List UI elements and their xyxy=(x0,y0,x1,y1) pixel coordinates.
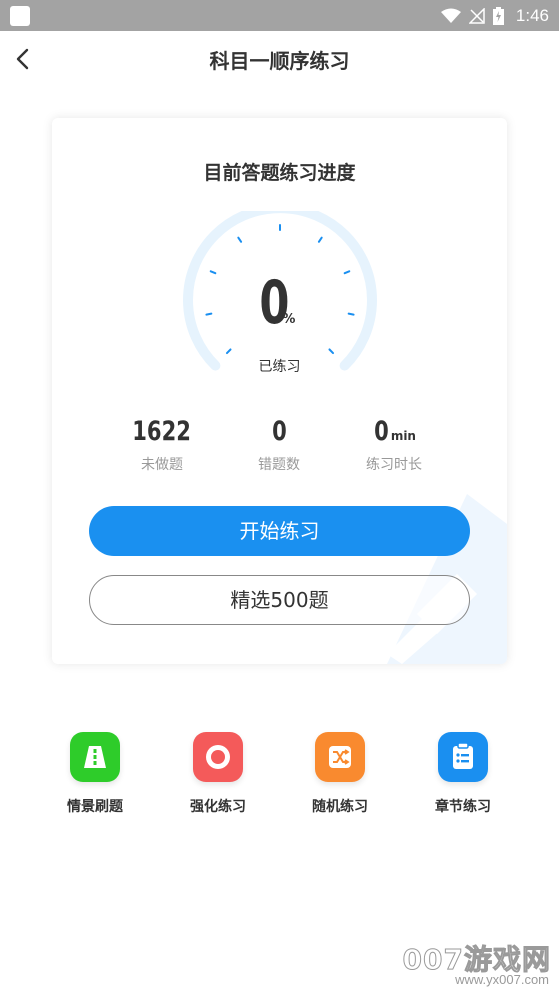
progress-percent-value: 0 xyxy=(259,268,289,338)
nav-bar: 科目一顺序练习 xyxy=(0,31,559,86)
stat-wrong-label: 错题数 xyxy=(258,457,300,473)
battery-charging-icon xyxy=(492,6,504,25)
stat-wrong-value: 0 xyxy=(271,416,287,447)
stat-duration-value: 0 xyxy=(374,416,389,447)
progress-label: 已练习 xyxy=(258,359,301,375)
stat-unanswered-label: 未做题 xyxy=(141,457,183,473)
no-signal-icon xyxy=(468,7,485,24)
stat-duration-unit: min xyxy=(390,429,416,443)
app-notification-icon xyxy=(10,6,30,26)
stat-unanswered-value: 1622 xyxy=(132,416,192,447)
feature-label: 随机练习 xyxy=(312,799,368,815)
clipboard-list-icon xyxy=(438,732,488,782)
stat-duration: 0 min 练习时长 xyxy=(344,416,444,474)
stat-duration-label: 练习时长 xyxy=(366,457,422,473)
gauge-tick xyxy=(225,348,232,355)
gauge-tick xyxy=(317,236,323,243)
progress-percent-unit: % xyxy=(282,312,296,327)
feature-shortcuts: 情景刷题 强化练习 随机练习 章节练习 xyxy=(0,730,559,830)
progress-card: 目前答题练习进度 0% 已练习 1622 未做题 0 错题数 0 min 练习时长… xyxy=(52,118,507,664)
feature-random-practice[interactable]: 随机练习 xyxy=(285,730,395,816)
status-bar: 1:46 xyxy=(0,0,559,31)
feature-intensive-practice[interactable]: 强化练习 xyxy=(163,730,273,816)
stat-unanswered: 1622 未做题 xyxy=(112,416,212,474)
feature-scenario-practice[interactable]: 情景刷题 xyxy=(40,730,150,816)
target-icon xyxy=(193,732,243,782)
gauge-tick xyxy=(328,348,335,355)
feature-label: 章节练习 xyxy=(435,799,491,815)
road-icon xyxy=(70,732,120,782)
feature-label: 情景刷题 xyxy=(67,799,123,815)
status-time: 1:46 xyxy=(515,5,549,25)
progress-card-title: 目前答题练习进度 xyxy=(203,162,356,184)
start-practice-button[interactable]: 开始练习 xyxy=(89,506,470,556)
watermark-url: www.yx007.com xyxy=(455,972,549,987)
stat-wrong: 0 错题数 xyxy=(229,416,329,474)
feature-chapter-practice[interactable]: 章节练习 xyxy=(408,730,518,816)
page-title: 科目一顺序练习 xyxy=(209,49,350,73)
wifi-icon xyxy=(440,8,461,23)
status-icons: 1:46 xyxy=(440,0,549,31)
shuffle-icon xyxy=(315,732,365,782)
selected-500-button[interactable]: 精选500题 xyxy=(89,575,470,625)
stats-row: 1622 未做题 0 错题数 0 min 练习时长 xyxy=(112,416,442,476)
feature-label: 强化练习 xyxy=(190,799,246,815)
progress-percent: 0% xyxy=(52,268,507,338)
gauge-tick xyxy=(237,236,243,243)
